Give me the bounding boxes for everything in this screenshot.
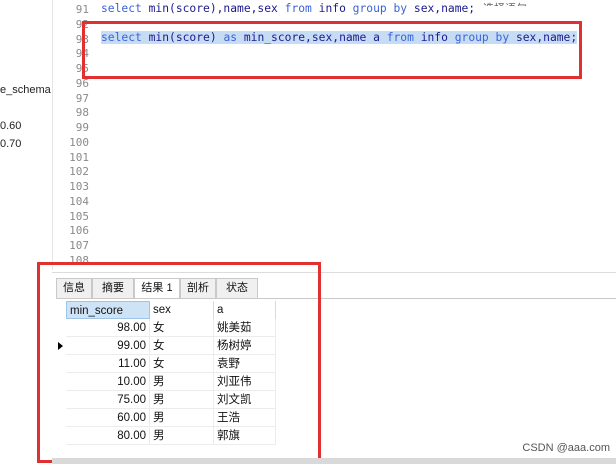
column-header-sex[interactable]: sex — [150, 301, 214, 319]
code-text: min_score,sex,name a — [237, 31, 387, 44]
cell-min-score[interactable]: 98.00 — [66, 319, 150, 337]
line-number: 98 — [75, 106, 89, 119]
cell-a[interactable]: 郭旗 — [214, 427, 276, 445]
line-number: 97 — [75, 92, 89, 105]
code-text: min(score) — [141, 31, 224, 44]
line-number: 96 — [75, 77, 89, 90]
object-tree: e_schema 0.60 0.70 — [0, 0, 52, 270]
tooltip-partial: 选择语句 — [483, 0, 527, 6]
line-number: 103 — [69, 180, 89, 193]
keyword: as — [223, 31, 238, 44]
line-number: 107 — [69, 239, 89, 252]
line-number: 104 — [69, 195, 89, 208]
line-number: 95 — [75, 62, 89, 75]
keyword: by — [386, 2, 408, 15]
watermark: CSDN @aaa.com — [522, 442, 610, 454]
code-text: min(score),name,sex — [148, 2, 285, 15]
code-text: info — [311, 2, 353, 15]
tab-result-1[interactable]: 结果 1 — [134, 278, 180, 299]
tab-summary[interactable]: 摘要 — [92, 278, 134, 298]
line-number: 105 — [69, 210, 89, 223]
cell-sex[interactable]: 男 — [150, 409, 214, 427]
keyword: select — [101, 2, 149, 15]
cell-min-score[interactable]: 75.00 — [66, 391, 150, 409]
cell-sex[interactable]: 女 — [150, 319, 214, 337]
code-line-93-selected[interactable]: select min(score) as min_score,sex,name … — [101, 31, 578, 44]
result-grid[interactable]: min_score sex a 98.00 女 姚美茹 99.00 女 杨树婷 … — [56, 298, 616, 459]
tree-item-value-1[interactable]: 0.60 — [0, 120, 21, 132]
line-number-gutter: 91 92 93 94 95 96 97 98 99 100 101 102 1… — [53, 0, 93, 270]
cell-sex[interactable]: 男 — [150, 391, 214, 409]
keyword: group — [352, 2, 387, 15]
cell-min-score[interactable]: 60.00 — [66, 409, 150, 427]
tab-status[interactable]: 状态 — [216, 278, 258, 298]
cell-sex[interactable]: 男 — [150, 427, 214, 445]
code-text: info — [413, 31, 455, 44]
cell-a[interactable]: 刘亚伟 — [214, 373, 276, 391]
line-number: 99 — [75, 121, 89, 134]
cell-a[interactable]: 姚美茹 — [214, 319, 276, 337]
line-number: 100 — [69, 136, 89, 149]
result-panel: 信息 摘要 结果 1 剖析 状态 min_score sex a 98.00 女… — [52, 272, 616, 465]
cell-sex[interactable]: 女 — [150, 337, 214, 355]
cell-sex[interactable]: 女 — [150, 355, 214, 373]
code-text: sex,name; — [407, 2, 476, 15]
cell-min-score[interactable]: 99.00 — [66, 337, 150, 355]
column-header-min-score[interactable]: min_score — [66, 301, 150, 319]
cell-min-score[interactable]: 11.00 — [66, 355, 150, 373]
cell-min-score[interactable]: 80.00 — [66, 427, 150, 445]
keyword: group — [454, 31, 489, 44]
tab-profile[interactable]: 剖析 — [180, 278, 216, 298]
line-number: 102 — [69, 165, 89, 178]
cell-sex[interactable]: 男 — [150, 373, 214, 391]
current-row-indicator — [56, 337, 66, 355]
keyword: from — [386, 31, 414, 44]
line-number: 101 — [69, 151, 89, 164]
keyword: from — [284, 2, 312, 15]
arrow-right-icon — [58, 342, 63, 350]
tab-info[interactable]: 信息 — [56, 278, 92, 298]
cell-a[interactable]: 袁野 — [214, 355, 276, 373]
line-number: 92 — [75, 18, 89, 31]
cell-a[interactable]: 杨树婷 — [214, 337, 276, 355]
line-number: 94 — [75, 47, 89, 60]
sql-editor[interactable]: 91 92 93 94 95 96 97 98 99 100 101 102 1… — [52, 0, 616, 270]
cell-min-score[interactable]: 10.00 — [66, 373, 150, 391]
column-header-a[interactable]: a — [214, 301, 276, 319]
tree-item-value-2[interactable]: 0.70 — [0, 138, 21, 150]
code-line-91[interactable]: select min(score),name,sex from info gro… — [101, 2, 475, 15]
keyword: by — [488, 31, 510, 44]
horizontal-scrollbar[interactable] — [52, 458, 616, 464]
cell-a[interactable]: 王浩 — [214, 409, 276, 427]
line-number: 106 — [69, 224, 89, 237]
line-number: 91 — [75, 3, 89, 16]
keyword: select — [101, 31, 142, 44]
tree-item-schema[interactable]: e_schema — [0, 84, 51, 96]
cell-a[interactable]: 刘文凯 — [214, 391, 276, 409]
line-number: 108 — [69, 254, 89, 267]
code-text: sex,name; — [509, 31, 578, 44]
line-number: 93 — [75, 33, 89, 46]
